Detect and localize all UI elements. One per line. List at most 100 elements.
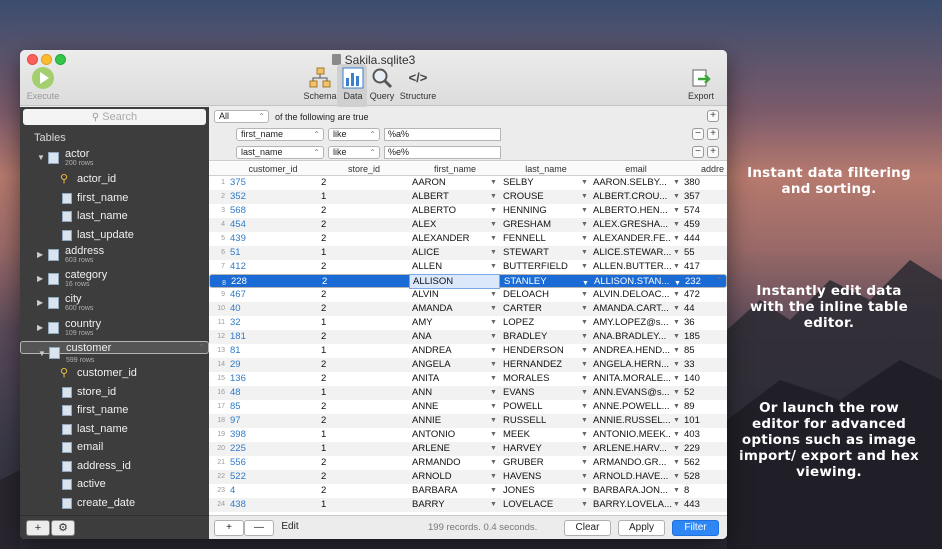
tree-table-customer[interactable]: ▼ customer 599 rows [20,341,209,364]
cell-last_name[interactable]: BUTTERFIELD [503,261,585,272]
table-row[interactable]: 14 29 2 ANGELA HERNANDEZ ANGELA.HERN... 33 ▼ ▼ ▼ [209,358,727,372]
cell-first_name[interactable]: ANGELA [412,359,498,370]
collapsed-arrow-icon[interactable]: ▶ [37,250,43,259]
sidebar-search-input[interactable]: ⚲ Search [23,109,206,125]
tree-column-first_name[interactable]: first_name [20,190,209,208]
table-row[interactable]: 6 51 1 ALICE STEWART ALICE.STEWAR... 55 ▼ ▼ ▼ [209,246,727,260]
cell-email[interactable]: ANITA.MORALE... [593,373,671,384]
cell-email[interactable]: ARLENE.HARV... [593,443,671,454]
dropdown-arrow-icon[interactable]: ▼ [490,333,498,340]
cell-last_name[interactable]: GRUBER [503,457,585,468]
dropdown-arrow-icon[interactable]: ▼ [581,347,589,354]
filter-button[interactable]: Filter [672,520,719,536]
dropdown-arrow-icon[interactable]: ▼ [490,473,498,480]
column-header-email[interactable]: email [593,164,679,174]
cell-last_name[interactable]: GRESHAM [503,219,585,230]
add-row-button[interactable]: + [214,520,244,536]
cell-first_name[interactable]: ALBERT [412,191,498,202]
cell-last_name[interactable]: CARTER [503,303,585,314]
cell-address_id[interactable]: 8 [684,485,724,496]
remove-filter-button[interactable]: − [692,146,704,158]
cell-address_id[interactable]: 444 [684,233,724,244]
dropdown-arrow-icon[interactable]: ▼ [673,445,681,452]
clear-button[interactable]: Clear [564,520,611,536]
dropdown-arrow-icon[interactable]: ▼ [581,263,589,270]
filter-column-select[interactable]: last_name [236,146,324,159]
dropdown-arrow-icon[interactable]: ▼ [581,417,589,424]
cell-store_id[interactable]: 1 [321,317,401,328]
dropdown-arrow-icon[interactable]: ▼ [673,263,681,270]
dropdown-arrow-icon[interactable]: ▼ [673,179,681,186]
dropdown-arrow-icon[interactable]: ▼ [490,487,498,494]
cell-customer_id[interactable]: 568 [230,205,310,216]
expand-arrow-icon[interactable]: ▼ [37,153,45,162]
dropdown-arrow-icon[interactable]: ▼ [581,235,589,242]
dropdown-arrow-icon[interactable]: ▼ [581,375,589,382]
cell-store_id[interactable]: 2 [321,457,401,468]
cell-email[interactable]: ANNE.POWELL... [593,401,671,412]
cell-address_id[interactable]: 44 [684,303,724,314]
query-button[interactable]: Query [369,67,395,101]
cell-first_name[interactable]: ARNOLD [412,471,498,482]
cell-last_name[interactable]: BRADLEY [503,331,585,342]
cell-first_name[interactable]: ARLENE [412,443,498,454]
dropdown-arrow-icon[interactable]: ▼ [673,431,681,438]
cell-email[interactable]: ANN.EVANS@s... [593,387,671,398]
dropdown-arrow-icon[interactable]: ▼ [581,179,589,186]
column-header-store_id[interactable]: store_id [321,164,407,174]
dropdown-arrow-icon[interactable]: ▼ [581,445,589,452]
dropdown-arrow-icon[interactable]: ▼ [673,417,681,424]
cell-customer_id[interactable]: 412 [230,261,310,272]
dropdown-arrow-icon[interactable]: ▼ [581,207,589,214]
cell-customer_id[interactable]: 225 [230,443,310,454]
cell-customer_id[interactable]: 467 [230,289,310,300]
dropdown-arrow-icon[interactable]: ▼ [673,473,681,480]
cell-last_name[interactable]: LOPEZ [503,317,585,328]
cell-last_name[interactable]: STEWART [503,247,585,258]
cell-customer_id[interactable]: 375 [230,177,310,188]
tree-column-store_id[interactable]: store_id [20,384,209,402]
filter-column-select[interactable]: first_name [236,128,324,141]
tree-column-active[interactable]: active [20,476,209,494]
cell-email[interactable]: ALLEN.BUTTER... [593,261,671,272]
tree-column-first_name[interactable]: first_name [20,402,209,420]
add-filter-group-button[interactable]: + [707,110,719,122]
cell-store_id[interactable]: 2 [321,471,401,482]
dropdown-arrow-icon[interactable]: ▼ [581,403,589,410]
cell-store_id[interactable]: 2 [321,219,401,230]
cell-customer_id[interactable]: 40 [230,303,310,314]
dropdown-arrow-icon[interactable]: ▼ [581,193,589,200]
cell-address_id[interactable]: 443 [684,499,724,510]
cell-email[interactable]: ARNOLD.HAVE... [593,471,671,482]
cell-address_id[interactable]: 36 [684,317,724,328]
cell-address_id[interactable]: 52 [684,387,724,398]
dropdown-arrow-icon[interactable]: ▼ [490,459,498,466]
cell-email[interactable]: ALLISON.STAN... [594,276,672,287]
dropdown-arrow-icon[interactable]: ▼ [490,389,498,396]
tree-column-last_name[interactable]: last_name [20,208,209,226]
dropdown-arrow-icon[interactable]: ▼ [490,417,498,424]
cell-first_name[interactable]: ANA [412,331,498,342]
tree-table-category[interactable]: ▶ category 16 rows [20,268,209,292]
cell-customer_id[interactable]: 97 [230,415,310,426]
dropdown-arrow-icon[interactable]: ▼ [673,305,681,312]
table-row[interactable]: 21 556 2 ARMANDO GRUBER ARMANDO.GR... 562 ▼ ▼ ▼ [209,456,727,470]
cell-last_name[interactable]: STANLEY [504,276,586,287]
table-row[interactable]: 9 467 2 ALVIN DELOACH ALVIN.DELOAC... 472 ▼ ▼ ▼ [209,288,727,302]
cell-store_id[interactable]: 1 [321,191,401,202]
cell-address_id[interactable]: 85 [684,345,724,356]
table-row[interactable]: 18 97 2 ANNIE RUSSELL ANNIE.RUSSEL... 101 ▼ ▼ ▼ [209,414,727,428]
cell-first_name[interactable]: ALEXANDER [412,233,498,244]
tree-table-city[interactable]: ▶ city 600 rows [20,292,209,316]
filter-value-input[interactable]: %e% [384,146,501,159]
dropdown-arrow-icon[interactable]: ▼ [673,459,681,466]
dropdown-arrow-icon[interactable]: ▼ [581,333,589,340]
cell-first_name[interactable]: AARON [412,177,498,188]
dropdown-arrow-icon[interactable]: ▼ [673,193,681,200]
cell-first_name[interactable]: ANTONIO [412,429,498,440]
cell-email[interactable]: BARBARA.JON... [593,485,671,496]
table-row[interactable]: 2 352 1 ALBERT CROUSE ALBERT.CROU... 357 ▼ ▼ ▼ [209,190,727,204]
cell-first_name[interactable]: AMANDA [412,303,498,314]
dropdown-arrow-icon[interactable]: ▼ [673,291,681,298]
cell-last_name[interactable]: FENNELL [503,233,585,244]
